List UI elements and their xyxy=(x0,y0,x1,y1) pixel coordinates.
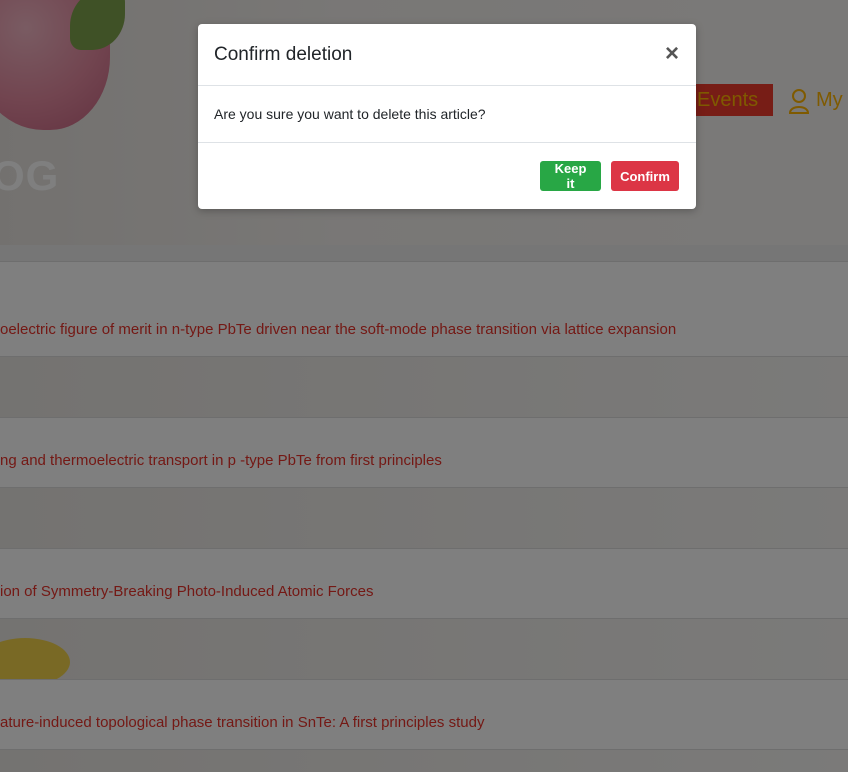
dialog-body: Are you sure you want to delete this art… xyxy=(198,86,696,143)
close-icon[interactable]: × xyxy=(660,42,684,66)
keep-button[interactable]: Keep it xyxy=(540,161,601,191)
confirm-button[interactable]: Confirm xyxy=(611,161,679,191)
dialog-header: Confirm deletion × xyxy=(198,24,696,86)
dialog-title: Confirm deletion xyxy=(214,44,353,65)
dialog-message: Are you sure you want to delete this art… xyxy=(214,106,486,122)
confirm-deletion-dialog: Confirm deletion × Are you sure you want… xyxy=(198,24,696,209)
dialog-footer: Keep it Confirm xyxy=(198,143,696,209)
page: OG Events My oelectric figure of merit i… xyxy=(0,0,848,772)
